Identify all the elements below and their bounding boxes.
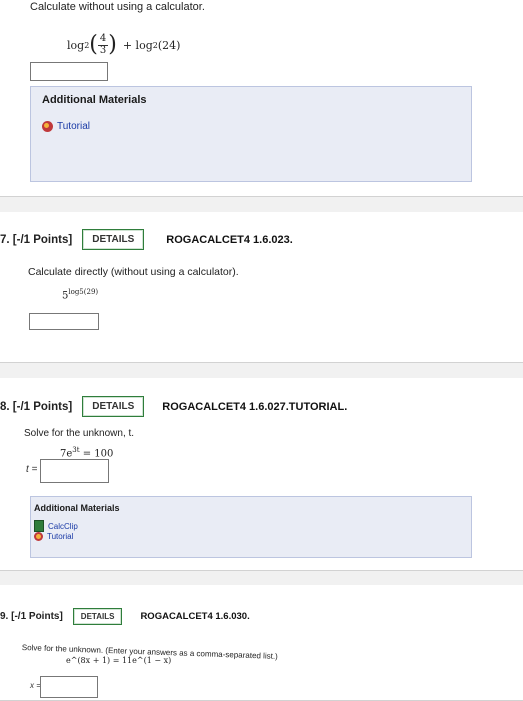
additional-materials-title: Additional Materials — [34, 503, 120, 513]
equation-base: 7e — [60, 448, 73, 460]
details-button[interactable]: DETAILS — [82, 396, 145, 417]
answer-input-q2[interactable] — [29, 313, 99, 330]
question-2-prompt: Calculate directly (without using a calc… — [28, 266, 239, 278]
log-text-2: + log — [122, 38, 153, 52]
tutorial-label: Tutorial — [57, 121, 90, 132]
answer-input-q1[interactable] — [30, 62, 108, 81]
points-label: [-/1 Points] — [12, 400, 73, 413]
additional-materials-title: Additional Materials — [42, 94, 147, 106]
problem-code: ROGACALCET4 1.6.023. — [166, 233, 293, 246]
tutorial-icon — [42, 121, 53, 132]
paren-left: ( — [89, 32, 98, 57]
calcclip-label: CalcClip — [48, 521, 78, 531]
problem-code: ROGACALCET4 1.6.030. — [140, 611, 250, 622]
log-text: log — [67, 38, 85, 52]
question-2-expression: 5log5(29) — [62, 288, 98, 301]
question-number: 7. — [0, 233, 10, 246]
equation-exponent: 3t — [72, 446, 80, 454]
question-3-header: 8. [-/1 Points] DETAILS ROGACALCET4 1.6.… — [0, 396, 347, 417]
question-4-header: 9. [-/1 Points] DETAILS ROGACALCET4 1.6.… — [0, 608, 250, 625]
points-label: [-/1 Points] — [12, 233, 73, 246]
question-2-header: 7. [-/1 Points] DETAILS ROGACALCET4 1.6.… — [0, 229, 293, 250]
tutorial-label: Tutorial — [47, 532, 74, 541]
tutorial-icon — [34, 532, 43, 541]
question-4-equation: e^(8x + 1) = 11e^(1 − x) — [66, 656, 172, 665]
answer-input-q4[interactable] — [40, 676, 98, 698]
answer-input-q3[interactable] — [40, 459, 109, 483]
question-2-number-points: 7. [-/1 Points] — [0, 234, 72, 246]
fraction-numerator: 4 — [97, 33, 109, 46]
calcclip-link[interactable]: CalcClip — [34, 520, 78, 532]
question-number: 8. — [0, 400, 10, 413]
question-3-prompt: Solve for the unknown, t. — [24, 428, 135, 439]
log-argument-2: (24) — [157, 38, 181, 52]
equation-rhs: = 100 — [82, 448, 114, 460]
details-button[interactable]: DETAILS — [72, 608, 123, 625]
question-3-number-points: 8. [-/1 Points] — [0, 401, 72, 413]
question-3-equation: 7e3t = 100 — [60, 446, 113, 459]
tutorial-link[interactable]: Tutorial — [34, 532, 73, 541]
problem-code: ROGACALCET4 1.6.027.TUTORIAL. — [162, 400, 348, 413]
question-1-prompt: Calculate without using a calculator. — [30, 1, 205, 13]
calcclip-icon — [34, 520, 44, 532]
paren-right: ) — [108, 32, 117, 57]
fraction: 4 3 — [97, 33, 109, 56]
points-label: [-/1 Points] — [11, 611, 63, 622]
variable-label-t: t = — [26, 464, 38, 475]
expression-exponent: log5(29) — [68, 288, 99, 296]
fraction-denominator: 3 — [99, 44, 107, 56]
question-number: 9. — [0, 611, 9, 622]
question-1-expression: log 2 ( 4 3 ) + log 2 (24) — [67, 25, 180, 65]
tutorial-link[interactable]: Tutorial — [42, 121, 90, 132]
details-button[interactable]: DETAILS — [82, 229, 145, 250]
question-4-number-points: 9. [-/1 Points] — [0, 611, 63, 622]
